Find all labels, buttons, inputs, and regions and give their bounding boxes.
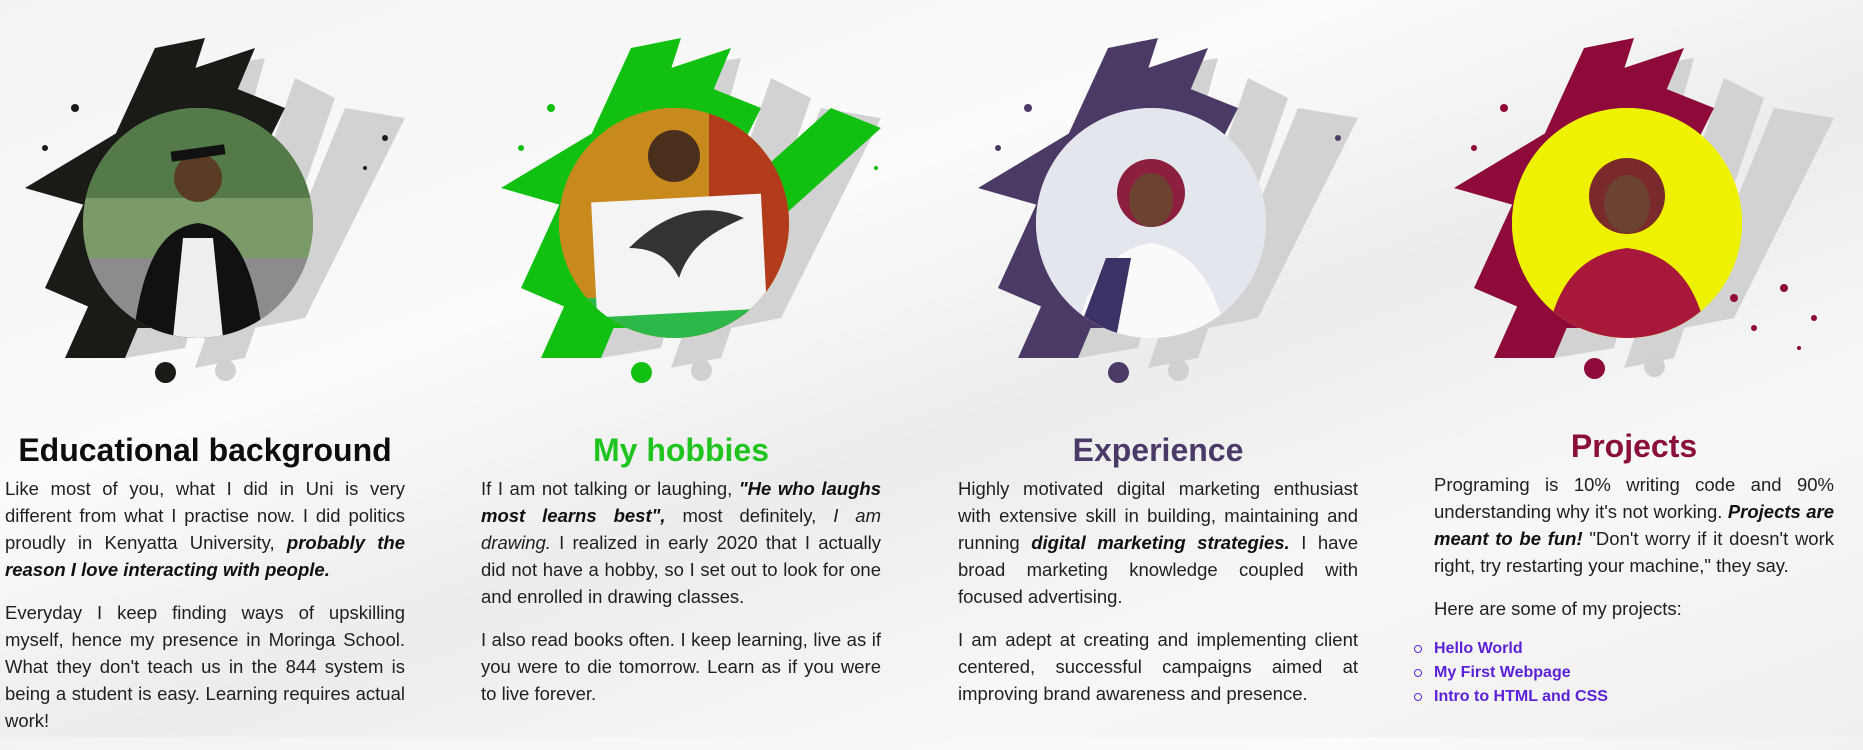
section-body: Highly motivated digital marketing enthu…: [958, 475, 1358, 723]
section-education: Educational background Like most of you,…: [5, 0, 405, 737]
paragraph: I also read books often. I keep learning…: [481, 629, 881, 704]
section-hobbies: My hobbies If I am not talking or laughi…: [481, 0, 881, 737]
carousel-dot-active[interactable]: [1584, 358, 1605, 379]
carousel-dot[interactable]: [215, 360, 236, 381]
section-body: If I am not talking or laughing, "He who…: [481, 475, 881, 723]
section-body: Programing is 10% writing code and 90% u…: [1414, 471, 1834, 710]
carousel-dot[interactable]: [1168, 360, 1189, 381]
brush-stroke-art: [5, 28, 425, 428]
brush-stroke-art: [481, 28, 901, 428]
section-title: Experience: [1072, 432, 1244, 468]
brush-stroke-art: [1434, 28, 1854, 428]
list-item: My First Webpage: [1414, 662, 1834, 683]
section-projects: Projects Programing is 10% writing code …: [1414, 0, 1834, 737]
paragraph: Like most of you, what I did in Uni is v…: [5, 475, 405, 583]
carousel-dot-active[interactable]: [631, 362, 652, 383]
paragraph: Programing is 10% writing code and 90% u…: [1434, 471, 1834, 579]
text: most definitely,: [665, 505, 834, 526]
section-title: Projects: [1570, 428, 1698, 464]
section-experience: Experience Highly motivated digital mark…: [958, 0, 1358, 737]
paragraph: Here are some of my projects:: [1434, 598, 1682, 619]
project-link-hello-world[interactable]: Hello World: [1434, 640, 1523, 657]
section-title: My hobbies: [592, 432, 769, 468]
paragraph: I am adept at creating and implementing …: [958, 629, 1358, 704]
section-body: Like most of you, what I did in Uni is v…: [5, 475, 405, 750]
brush-stroke-art: [958, 28, 1378, 428]
paragraph: Highly motivated digital marketing enthu…: [958, 475, 1358, 610]
portrait-photo: [1512, 108, 1742, 338]
list-item: Hello World: [1414, 638, 1834, 659]
professional-photo: [1036, 108, 1266, 338]
project-link-html-css[interactable]: Intro to HTML and CSS: [1434, 688, 1608, 705]
list-item: Intro to HTML and CSS: [1414, 686, 1834, 707]
section-title: Educational background: [18, 432, 392, 468]
drawing-hobby-photo: [559, 108, 789, 338]
emphasis-text: digital marketing strategies.: [1031, 532, 1290, 553]
carousel-dot[interactable]: [1644, 356, 1665, 377]
project-link-first-webpage[interactable]: My First Webpage: [1434, 664, 1571, 681]
paragraph: If I am not talking or laughing, "He who…: [481, 475, 881, 610]
text: If I am not talking or laughing,: [481, 478, 739, 499]
carousel-dot[interactable]: [691, 360, 712, 381]
graduation-photo: [83, 108, 313, 338]
project-list: Hello World My First Webpage Intro to HT…: [1414, 638, 1834, 707]
carousel-dot-active[interactable]: [1108, 362, 1129, 383]
carousel-dot-active[interactable]: [155, 362, 176, 383]
paragraph: Everyday I keep finding ways of upskilli…: [5, 602, 405, 731]
